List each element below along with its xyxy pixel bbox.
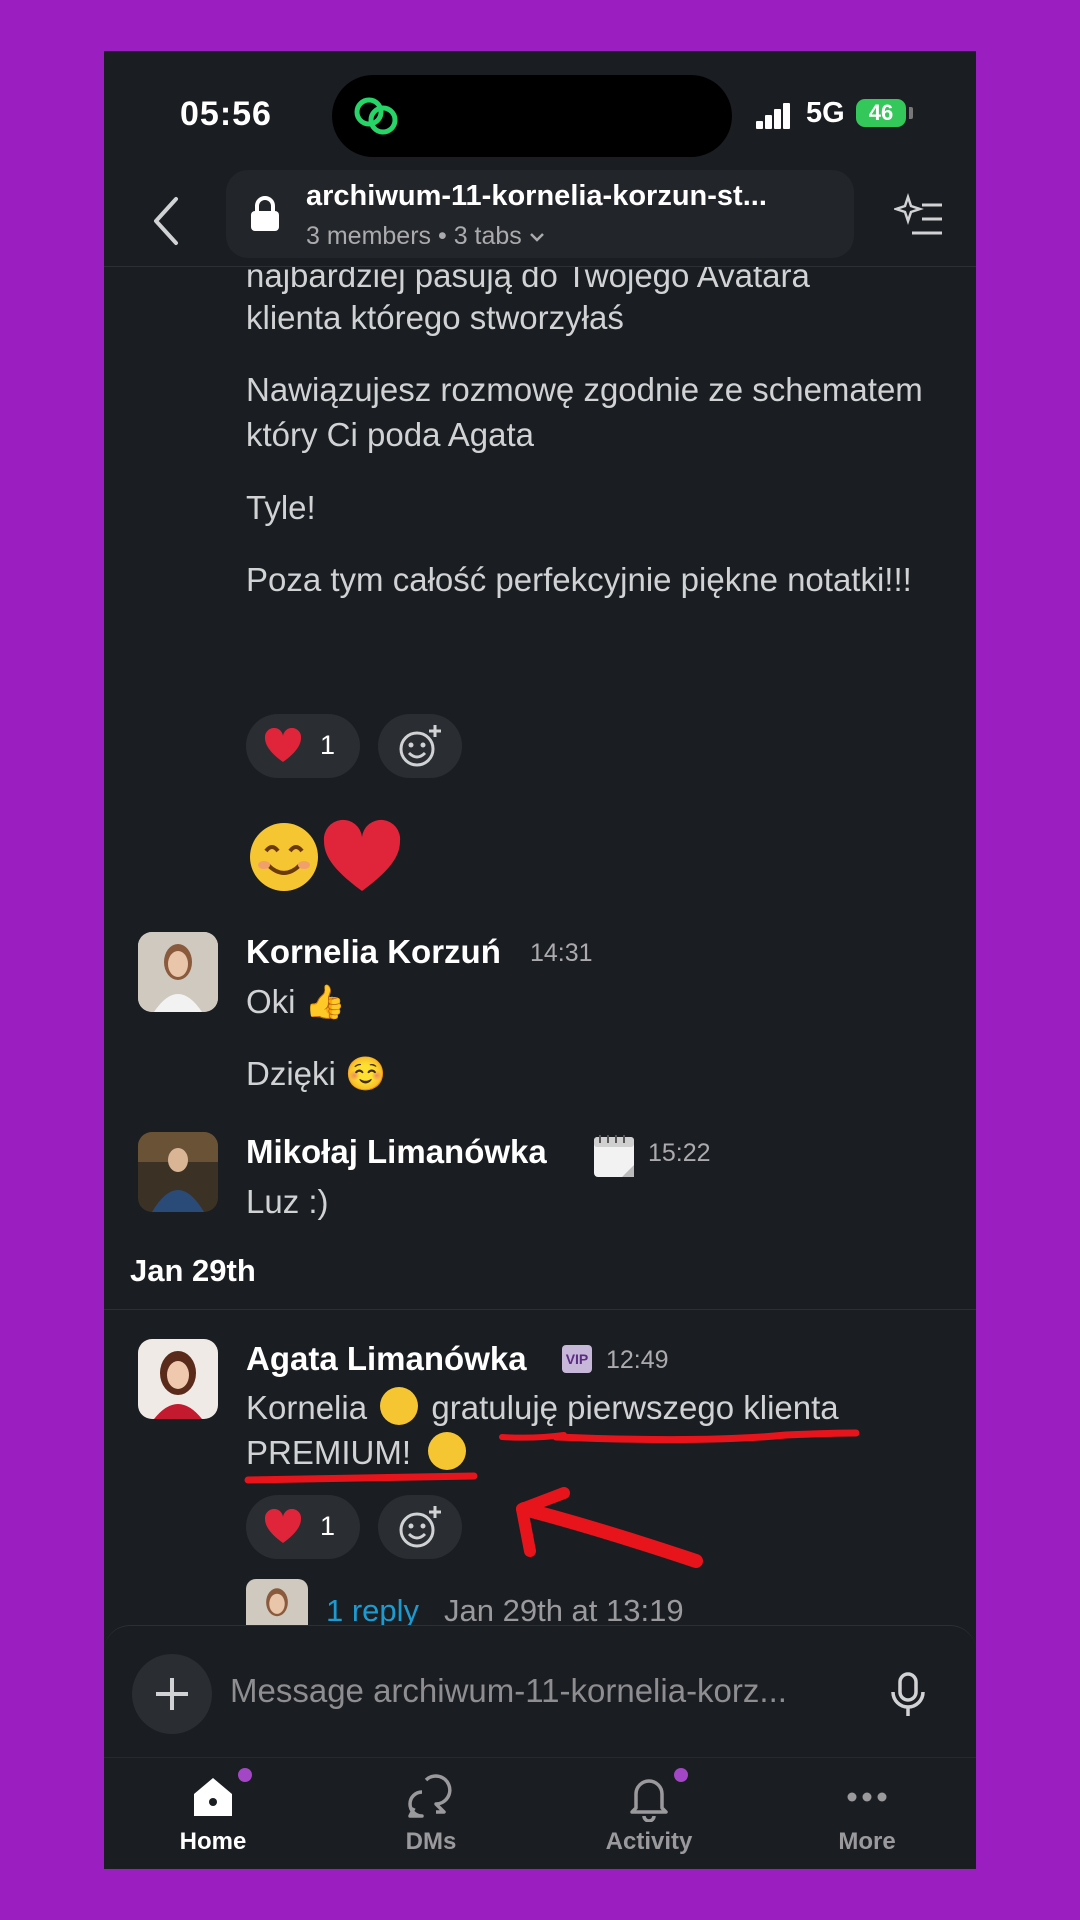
back-arrow-icon[interactable] [142,191,192,251]
signal-icon [756,101,798,129]
bell-icon [630,1779,668,1822]
avatar-photo [138,1339,218,1419]
message-author[interactable]: Kornelia Korzuń [246,933,501,971]
heart-reaction[interactable]: 1 [246,1495,360,1559]
dynamic-island [332,75,732,157]
nav-activity[interactable]: Activity [540,1758,758,1869]
heart-reaction[interactable]: 1 [246,714,360,778]
phone-screen: 05:56 5G 46 archiwum-11-kornelia-korzun-… [104,51,976,1869]
message-time: 12:49 [606,1346,669,1374]
add-emoji-icon [399,725,441,767]
battery-icon: 46 [856,99,906,127]
avatar-photo [138,1132,218,1212]
avatar[interactable] [138,1132,218,1212]
nav-home-label: Home [179,1828,247,1855]
member-count: 3 members [306,222,432,250]
avatar-photo [246,1579,308,1627]
channel-name: archiwum-11-kornelia-korzun-st... [306,180,767,212]
avatar-photo [138,932,218,1012]
link-app-icon [354,97,398,135]
nav-dms[interactable]: DMs [322,1758,540,1869]
home-notification-dot [238,1768,252,1782]
calendar-emoji-icon [594,1135,634,1177]
bottom-nav: Home DMs Activity More [104,1757,976,1869]
nav-dms-label: DMs [405,1828,457,1855]
tab-count: 3 tabs [453,222,522,250]
message-author[interactable]: Agata Limanówka [246,1340,527,1378]
home-icon [194,1778,232,1816]
smile-heart-emoji [250,819,401,891]
message-time: 15:22 [648,1139,711,1167]
attach-button[interactable] [132,1654,212,1734]
reply-avatar [246,1579,308,1627]
microphone-icon[interactable] [888,1670,928,1720]
reaction-count: 1 [320,1511,336,1541]
heart-icon [264,728,302,762]
thread-reply-time: Jan 29th at 13:19 [444,1593,684,1627]
message-composer: Message archiwum-11-kornelia-korz... [104,1625,976,1766]
add-reaction-button[interactable] [378,714,462,778]
plus-icon [156,1678,188,1710]
channel-header[interactable]: archiwum-11-kornelia-korzun-st... 3 memb… [226,170,854,258]
message-text: Dzięki ☺️ [246,1055,387,1092]
add-emoji-icon [399,1506,441,1548]
message-list[interactable]: najbardziej pasują do Twojego Avatara kl… [104,267,976,1627]
add-reaction-button[interactable] [378,1495,462,1559]
network-type: 5G [806,97,845,129]
message-text: Nawiązujesz rozmowę zgodnie ze schematem… [246,371,923,453]
reaction-count: 1 [320,730,336,760]
message-text: najbardziej pasują do Twojego Avatara [246,267,810,294]
activity-notification-dot [674,1768,688,1782]
date-divider-line [104,1309,976,1310]
bullet-separator: • [438,222,454,250]
sparkle-list-icon[interactable] [894,191,946,243]
date-divider: Jan 29th [130,1253,256,1288]
nav-more-label: More [838,1828,896,1855]
nav-more[interactable]: More [758,1758,976,1869]
lock-icon [251,196,279,231]
message-text: Luz :) [246,1183,329,1220]
nav-activity-label: Activity [605,1828,693,1855]
vip-badge: VIP [562,1345,592,1373]
heart-icon [264,1509,302,1543]
dms-icon [408,1774,452,1818]
nav-home[interactable]: Home [104,1758,322,1869]
chevron-down-icon [529,233,544,243]
battery-tip [909,107,913,119]
status-time: 05:56 [180,95,272,133]
message-author[interactable]: Mikołaj Limanówka [246,1133,547,1171]
avatar[interactable] [138,1339,218,1419]
avatar[interactable] [138,932,218,1012]
message-text: Tyle! [246,489,316,526]
message-input[interactable]: Message archiwum-11-kornelia-korz... [230,1672,880,1710]
channel-meta: 3 members • 3 tabs [306,222,545,251]
message-text: Oki 👍 [246,983,346,1020]
message-text: Poza tym całość perfekcyjnie piękne nota… [246,561,912,598]
more-dots-icon [847,1792,887,1802]
message-text: klienta którego stworzyłaś [246,299,624,336]
message-time: 14:31 [530,939,593,967]
thread-reply-link[interactable]: 1 reply [326,1593,419,1627]
